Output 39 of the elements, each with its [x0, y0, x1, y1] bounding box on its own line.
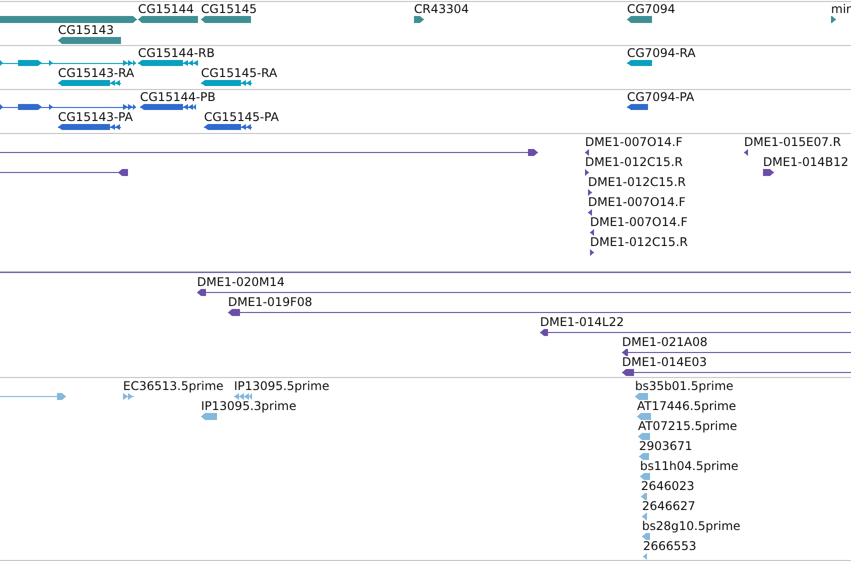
feature-label: CG15143-PA — [58, 110, 133, 124]
feature-label: CG15143-RA — [58, 66, 134, 80]
feature-label: DME1-014E03 — [622, 355, 707, 369]
feature-label: AT17446.5prime — [637, 399, 736, 413]
feature-label: DME1-014L22 — [540, 315, 624, 329]
feature-label: DME1-007O14.F — [585, 135, 682, 149]
feature-label: CG15145 — [201, 2, 257, 16]
feature-label: DME1-012C15.R — [590, 235, 688, 249]
feature-label: DME1-021A08 — [622, 335, 708, 349]
feature-label: CG15144-RB — [138, 46, 215, 60]
feature-label: 2666553 — [643, 539, 696, 553]
feature-label: IP13095.5prime — [234, 379, 330, 393]
feature-label: bs28g10.5prime — [642, 519, 740, 533]
feature-label: CG7094-RA — [627, 46, 696, 60]
feature-label: DME1-014B12 — [763, 155, 849, 169]
feature-label: CG15145-RA — [201, 66, 278, 80]
feature-label: DME1-019F08 — [228, 295, 312, 309]
feature-label: DME1-007O14.F — [588, 195, 686, 209]
feature-label: AT07215.5prime — [638, 419, 738, 433]
feature-label: EC36513.5prime — [123, 379, 224, 393]
feature-label: CG15143 — [58, 23, 114, 37]
feature-label: IP13095.3prime — [201, 399, 296, 413]
feature-label: CG15144 — [138, 2, 194, 16]
feature-label: 2646627 — [642, 499, 696, 513]
feature-label: 2903671 — [639, 439, 692, 453]
feature-label: bs35b01.5prime — [635, 379, 734, 393]
feature-label: DME1-020M14 — [197, 275, 285, 289]
feature-label: mir — [831, 2, 851, 16]
feature-label: DME1-007O14.F — [590, 215, 688, 229]
feature-label: bs11h04.5prime — [640, 459, 738, 473]
feature-label: DME1-012C15.R — [588, 175, 686, 189]
feature-label: DME1-012C15.R — [585, 155, 683, 169]
feature-label: CG7094 — [627, 2, 676, 16]
feature-label: CG7094-PA — [627, 90, 694, 104]
feature-label: CR43304 — [414, 2, 469, 16]
feature-label: CG15144-PB — [140, 90, 216, 104]
feature-label: CG15145-PA — [204, 110, 279, 124]
feature-label: 2646023 — [641, 479, 694, 493]
feature-label: DME1-015E07.R — [744, 135, 842, 149]
